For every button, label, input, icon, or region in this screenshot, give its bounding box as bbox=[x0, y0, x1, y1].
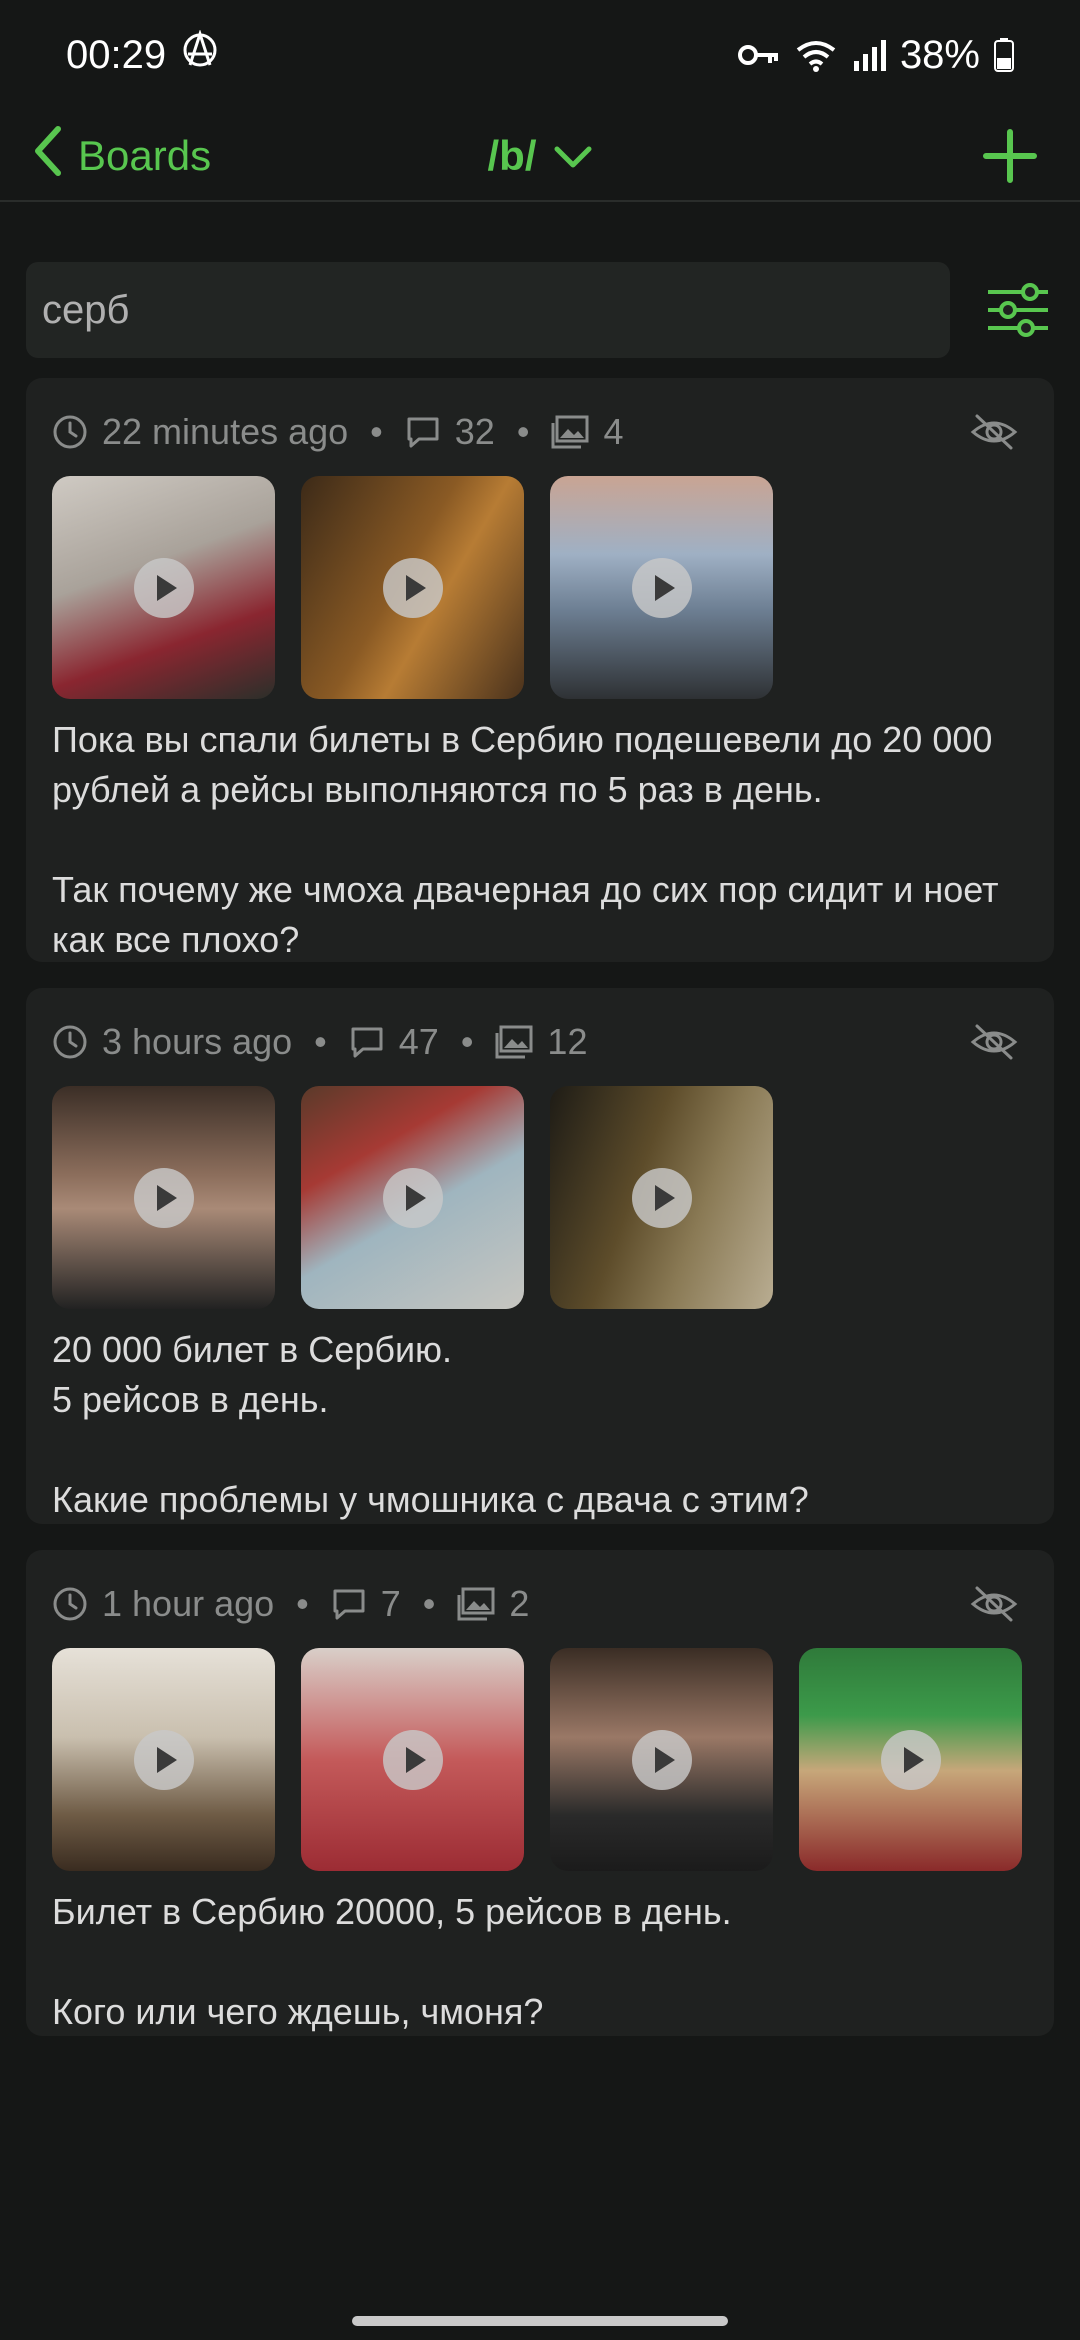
signal-icon bbox=[852, 39, 886, 71]
wifi-icon bbox=[794, 38, 838, 72]
thumb-greenhat-video[interactable] bbox=[799, 1648, 1022, 1871]
play-icon bbox=[133, 1167, 194, 1228]
hide-thread-button[interactable] bbox=[970, 408, 1018, 456]
play-icon bbox=[880, 1729, 941, 1790]
image-icon bbox=[457, 1587, 495, 1621]
image-count: 4 bbox=[603, 411, 624, 452]
clock-icon bbox=[52, 414, 88, 450]
search-box[interactable] bbox=[26, 262, 950, 358]
play-icon bbox=[133, 1729, 194, 1790]
play-icon bbox=[631, 1167, 692, 1228]
plus-icon bbox=[978, 129, 1042, 192]
battery-percent: 38% bbox=[899, 32, 980, 77]
reply-count: 32 bbox=[454, 411, 495, 452]
thread-thumbnails bbox=[52, 1086, 1028, 1309]
thread-meta: 1 hour ago • 7 • 2 bbox=[52, 1574, 1028, 1634]
eye-off-icon bbox=[970, 414, 1018, 460]
thread-card[interactable]: 22 minutes ago • 32 • 4 Пока вы спали билеты … bbox=[26, 378, 1054, 962]
reply-count: 47 bbox=[398, 1021, 439, 1062]
thumb-baby-video[interactable] bbox=[52, 476, 275, 699]
sliders-icon bbox=[986, 283, 1050, 346]
key-icon bbox=[737, 40, 780, 70]
filter-button[interactable] bbox=[986, 278, 1050, 342]
thread-card[interactable]: 1 hour ago • 7 • 2 Билет в Сербию 20000, 5 ре… bbox=[26, 1550, 1054, 2036]
separator-dot: • bbox=[460, 1021, 474, 1062]
thumb-corridor-video[interactable] bbox=[550, 1086, 773, 1309]
board-name: /b/ bbox=[487, 132, 537, 179]
chevron-down-icon bbox=[553, 132, 593, 180]
gesture-nav-bar[interactable] bbox=[352, 2316, 728, 2326]
reply-count: 7 bbox=[380, 1583, 401, 1624]
image-icon bbox=[495, 1025, 533, 1059]
hide-thread-button[interactable] bbox=[970, 1580, 1018, 1628]
separator-dot: • bbox=[516, 411, 530, 452]
comment-icon bbox=[405, 414, 441, 450]
thumb-kitchen-video[interactable] bbox=[52, 1648, 275, 1871]
thread-time: 22 minutes ago bbox=[102, 411, 349, 452]
clock-icon bbox=[52, 1024, 88, 1060]
thumb-hallway-video[interactable] bbox=[301, 1086, 524, 1309]
play-icon bbox=[382, 557, 443, 618]
comment-icon bbox=[331, 1586, 367, 1622]
top-bar: Boards /b/ bbox=[0, 110, 1080, 202]
thumb-door-video[interactable] bbox=[301, 476, 524, 699]
anarchy-icon bbox=[180, 29, 220, 80]
image-icon bbox=[551, 415, 589, 449]
image-count: 2 bbox=[509, 1583, 530, 1624]
thread-text: 20 000 билет в Сербию. 5 рейсов в день. … bbox=[52, 1329, 809, 1520]
comment-icon bbox=[349, 1024, 385, 1060]
play-icon bbox=[631, 557, 692, 618]
thumb-man-video[interactable] bbox=[52, 1086, 275, 1309]
play-icon bbox=[631, 1729, 692, 1790]
separator-dot: • bbox=[422, 1583, 436, 1624]
thread-thumbnails bbox=[52, 1648, 1028, 1871]
battery-icon bbox=[994, 38, 1014, 72]
eye-off-icon bbox=[970, 1024, 1018, 1070]
thumb-man2-video[interactable] bbox=[550, 1648, 773, 1871]
play-icon bbox=[382, 1167, 443, 1228]
thread-time: 3 hours ago bbox=[102, 1021, 293, 1062]
separator-dot: • bbox=[296, 1583, 309, 1624]
eye-off-icon bbox=[970, 1586, 1018, 1632]
thread-time: 1 hour ago bbox=[102, 1583, 275, 1624]
thread-thumbnails bbox=[52, 476, 1028, 699]
thumb-fire-video[interactable] bbox=[550, 476, 773, 699]
clock-icon bbox=[52, 1586, 88, 1622]
hide-thread-button[interactable] bbox=[970, 1018, 1018, 1066]
search-input[interactable] bbox=[42, 287, 934, 333]
thread-meta: 22 minutes ago • 32 • 4 bbox=[52, 402, 1028, 462]
play-icon bbox=[133, 557, 194, 618]
status-time: 00:29 bbox=[66, 32, 167, 77]
thread-meta: 3 hours ago • 47 • 12 bbox=[52, 1012, 1028, 1072]
thumb-girl-video[interactable] bbox=[301, 1648, 524, 1871]
separator-dot: • bbox=[370, 411, 383, 452]
image-count: 12 bbox=[547, 1021, 588, 1062]
board-selector[interactable]: /b/ bbox=[0, 110, 1080, 202]
play-icon bbox=[382, 1729, 443, 1790]
thread-text: Билет в Сербию 20000, 5 рейсов в день. К… bbox=[52, 1891, 732, 2032]
thread-card[interactable]: 3 hours ago • 47 • 12 20 000 билет в Сербию. … bbox=[26, 988, 1054, 1524]
separator-dot: • bbox=[314, 1021, 327, 1062]
status-bar: 00:29 38% bbox=[0, 0, 1080, 110]
thread-text: Пока вы спали билеты в Сербию подешевели… bbox=[52, 719, 999, 960]
new-thread-button[interactable] bbox=[978, 124, 1042, 188]
search-row bbox=[26, 262, 1056, 358]
